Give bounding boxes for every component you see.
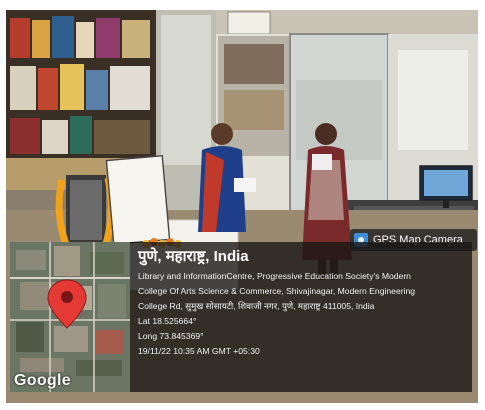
address-line: Library and InformationCentre, Progressi… (138, 271, 411, 281)
address-line: College Rd, सुमुख सोसायटी, शिवाजी नगर, प… (138, 301, 375, 311)
timestamp: 19/11/22 10:35 AM GMT +05:30 (138, 346, 260, 356)
longitude: Long 73.845369° (138, 331, 204, 341)
address-line: College Of Arts Science & Commerce, Shiv… (138, 286, 416, 296)
location-info: पुणे, महाराष्ट्र, India Library and Info… (130, 242, 472, 392)
location-title: पुणे, महाराष्ट्र, India (138, 248, 249, 265)
latitude: Lat 18.525664° (138, 316, 197, 326)
google-attribution: Google (14, 372, 71, 389)
geotag-panel: Google पुणे, महाराष्ट्र, India Library a… (10, 242, 472, 392)
satellite-map-thumbnail: Google (10, 242, 130, 392)
